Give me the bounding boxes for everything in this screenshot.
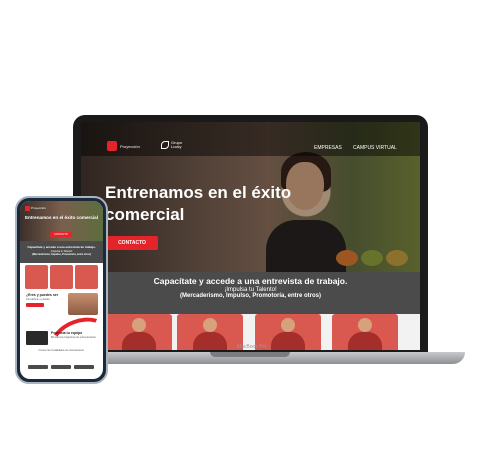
info-title: Capacítate y accede a una entrevista de … xyxy=(153,276,348,286)
card-person-head xyxy=(203,318,217,332)
device-mockup-scene: Proyección Grupo Lucky EMPRESAS CAMPUS V… xyxy=(0,0,477,464)
card-person-body xyxy=(122,332,156,350)
brand-left[interactable]: Proyección xyxy=(120,144,140,149)
mobile-section-text: Conviértete y postula xyxy=(26,298,50,301)
program-card[interactable] xyxy=(106,314,172,350)
mobile-section-title: ¿Eres y puedes ser xyxy=(26,293,59,297)
mobile-program-card[interactable] xyxy=(50,265,73,289)
mobile-hero-title: Entrenamos en el éxito comercial xyxy=(24,215,99,220)
mobile-logo-icon[interactable] xyxy=(25,206,30,211)
proyeccion-logo-icon[interactable] xyxy=(107,141,117,151)
brand-right[interactable]: Grupo Lucky xyxy=(171,141,182,149)
mobile-info-roles: (Mercaderismo, Impulso, Promotoría, entr… xyxy=(32,253,91,256)
program-card[interactable] xyxy=(332,314,398,350)
phone-screen: Proyección Entrenamos en el éxito comerc… xyxy=(20,201,103,379)
mobile-info-title: Capacítate y accede a una entrevista de … xyxy=(27,245,96,249)
mobile-section-2-title: Potencia tu equipo xyxy=(51,331,83,335)
card-person-head xyxy=(358,318,372,332)
mobile-laptop-image xyxy=(26,331,48,345)
grupo-lucky-logo-icon[interactable] xyxy=(161,141,169,149)
mobile-footer-button[interactable] xyxy=(51,365,71,369)
card-person-body xyxy=(348,332,382,350)
mobile-section: ¿Eres y puedes ser Conviértete y postula xyxy=(26,293,66,307)
card-person-head xyxy=(281,318,295,332)
mobile-section-2-text: Brindamos programas de entrenamiento. xyxy=(51,336,97,339)
info-roles: (Mercaderismo, Impulso, Promotoría, entr… xyxy=(179,293,322,299)
hero-title: Entrenamos en el éxito comercial xyxy=(105,183,292,224)
mobile-section-2: Potencia tu equipo Brindamos programas d… xyxy=(51,331,99,339)
laptop-screen: Proyección Grupo Lucky EMPRESAS CAMPUS V… xyxy=(81,122,420,350)
nav-link-empresas[interactable]: EMPRESAS xyxy=(314,145,342,151)
card-person-head xyxy=(132,318,146,332)
top-navbar: Proyección Grupo Lucky EMPRESAS CAMPUS V… xyxy=(81,122,420,156)
mobile-footer-text: Conoce las modalidades de entrenamiento. xyxy=(38,349,85,352)
mobile-section-photo xyxy=(68,293,98,315)
mobile-brand[interactable]: Proyección xyxy=(31,206,46,210)
mobile-footer-button[interactable] xyxy=(28,365,48,369)
mobile-section-button[interactable] xyxy=(26,303,44,307)
device-label: MacBook Pro xyxy=(236,344,267,350)
info-band: Capacítate y accede a una entrevista de … xyxy=(81,272,420,314)
nav-link-campus-virtual[interactable]: CAMPUS VIRTUAL xyxy=(353,145,397,151)
contact-button[interactable]: CONTACTO xyxy=(106,236,158,250)
mobile-contact-button[interactable]: CONTACTO xyxy=(50,232,72,237)
mobile-program-card[interactable] xyxy=(25,265,48,289)
mobile-info-band: Capacítate y accede a una entrevista de … xyxy=(20,241,103,263)
mobile-footer-button[interactable] xyxy=(74,365,94,369)
red-curve-decoration xyxy=(44,309,103,369)
laptop-notch xyxy=(210,352,290,357)
mobile-program-card[interactable] xyxy=(75,265,98,289)
